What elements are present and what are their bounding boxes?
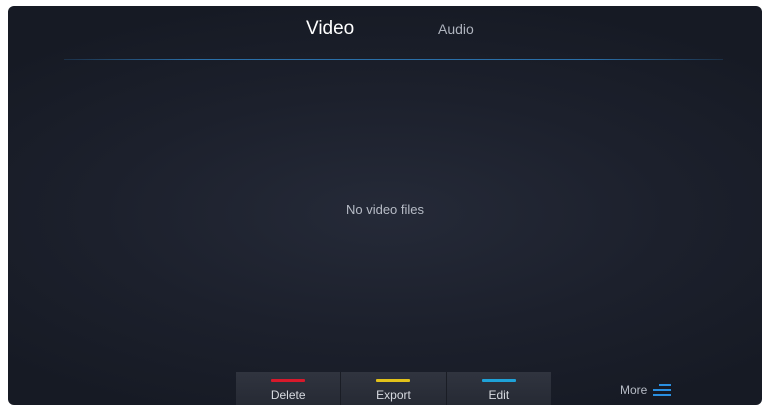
edit-label: Edit [488,388,510,402]
tab-audio[interactable]: Audio [438,21,474,37]
tab-divider [64,59,723,60]
blue-key-indicator [481,379,516,382]
export-label: Export [376,388,411,402]
menu-lines-icon [653,384,672,396]
action-bar: Delete Export Edit [236,372,551,405]
more-button[interactable]: More [620,382,672,398]
media-tabs: Video Audio [8,6,762,50]
edit-button[interactable]: Edit [446,372,551,405]
export-button[interactable]: Export [341,372,447,405]
empty-state-message: No video files [345,202,425,217]
more-label: More [620,383,648,397]
delete-button[interactable]: Delete [236,372,342,405]
delete-label: Delete [270,388,306,402]
media-browser-screen: Video Audio No video files Delete Export… [8,6,762,405]
tab-video[interactable]: Video [306,18,354,40]
yellow-key-indicator [376,379,411,382]
red-key-indicator [271,379,306,382]
